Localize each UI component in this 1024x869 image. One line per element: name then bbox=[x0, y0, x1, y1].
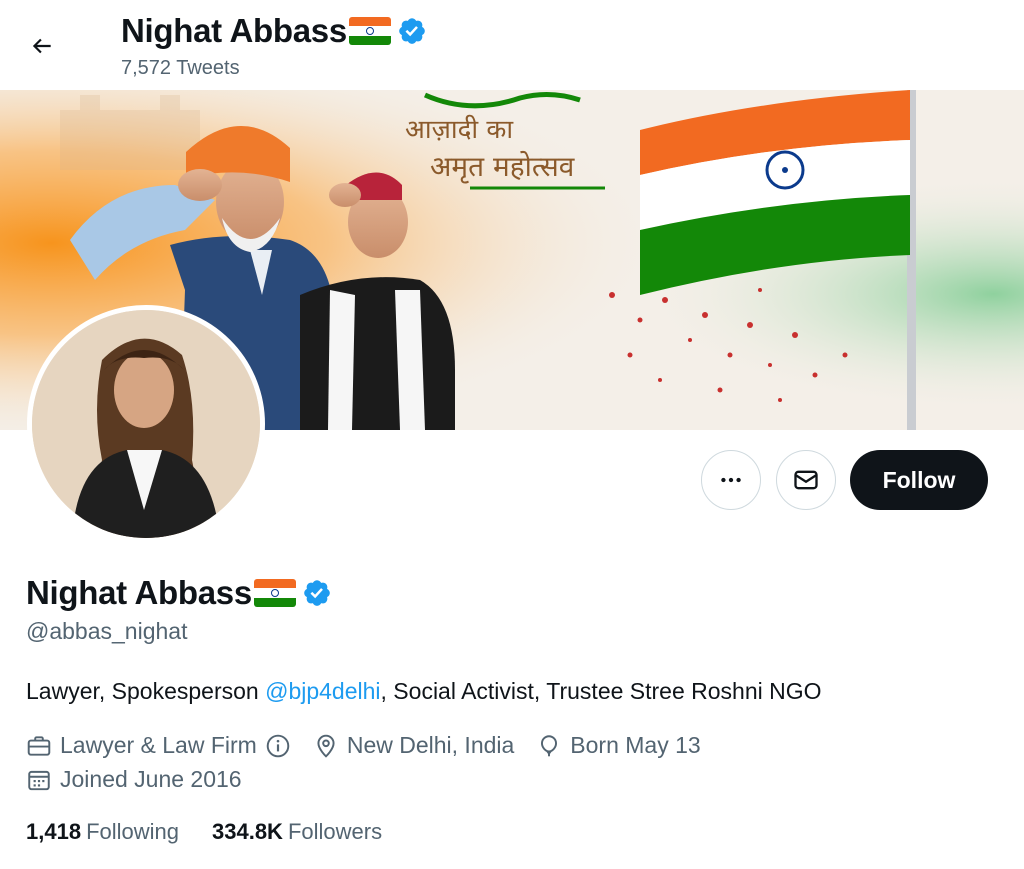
profile-meta-joined: Joined June 2016 bbox=[26, 766, 264, 793]
followers-link[interactable]: 334.8K Followers bbox=[212, 819, 382, 845]
header-title: Nighat Abbass bbox=[121, 12, 427, 50]
following-link[interactable]: 1,418 Following bbox=[26, 819, 179, 845]
back-button[interactable] bbox=[22, 26, 62, 66]
birthday-label: Born May 13 bbox=[570, 732, 701, 758]
joined-label: Joined June 2016 bbox=[60, 766, 242, 792]
more-options-button[interactable] bbox=[701, 450, 761, 510]
header-name: Nighat Abbass bbox=[121, 12, 347, 49]
india-flag-icon bbox=[253, 579, 296, 607]
profile-category: Lawyer & Law Firm bbox=[26, 732, 291, 759]
balloon-icon bbox=[541, 734, 558, 756]
svg-text:आज़ादी का: आज़ादी का bbox=[405, 114, 514, 145]
verified-badge-icon bbox=[399, 18, 425, 44]
svg-text:अमृत महोत्सव: अमृत महोत्सव bbox=[430, 150, 575, 184]
profile-stats: 1,418 Following 334.8K Followers bbox=[26, 819, 415, 845]
category-label: Lawyer & Law Firm bbox=[60, 732, 257, 758]
verified-badge-icon[interactable] bbox=[302, 578, 332, 608]
profile-bio: Lawyer, Spokesperson @bjp4delhi, Social … bbox=[26, 678, 822, 705]
profile-header-bar: Nighat Abbass 7,572 Tweets bbox=[0, 0, 1024, 90]
profile-name: Nighat Abbass bbox=[26, 574, 332, 612]
calendar-icon bbox=[28, 770, 50, 790]
tweet-count: 7,572 Tweets bbox=[121, 57, 240, 79]
followers-label: Followers bbox=[287, 819, 383, 844]
followers-count: 334.8K bbox=[212, 819, 283, 844]
profile-meta: Lawyer & Law Firm New Delhi, India Born … bbox=[26, 732, 723, 759]
profile-avatar[interactable] bbox=[27, 305, 265, 543]
profile-location: New Delhi, India bbox=[313, 732, 514, 759]
arrow-left-icon bbox=[32, 38, 51, 54]
location-label: New Delhi, India bbox=[346, 732, 515, 758]
more-dots-icon bbox=[721, 477, 741, 483]
bio-text: Lawyer, Spokesperson bbox=[26, 678, 266, 704]
following-count: 1,418 bbox=[26, 819, 82, 844]
profile-joined: Joined June 2016 bbox=[26, 766, 242, 793]
info-icon[interactable] bbox=[265, 733, 291, 759]
avatar-image bbox=[32, 310, 260, 538]
profile-handle: @abbas_nighat bbox=[26, 618, 188, 644]
following-label: Following bbox=[86, 819, 179, 844]
message-button[interactable] bbox=[776, 450, 836, 510]
profile-birthday: Born May 13 bbox=[536, 732, 701, 759]
envelope-icon bbox=[794, 470, 818, 490]
bio-mention-link[interactable]: @bjp4delhi bbox=[265, 678, 380, 704]
profile-display-name: Nighat Abbass bbox=[26, 574, 252, 611]
bio-text: , Social Activist, Trustee Stree Roshni … bbox=[380, 678, 822, 704]
location-pin-icon bbox=[317, 734, 335, 758]
follow-button[interactable]: Follow bbox=[850, 450, 988, 510]
briefcase-icon bbox=[27, 735, 51, 756]
india-flag-icon bbox=[348, 17, 391, 45]
